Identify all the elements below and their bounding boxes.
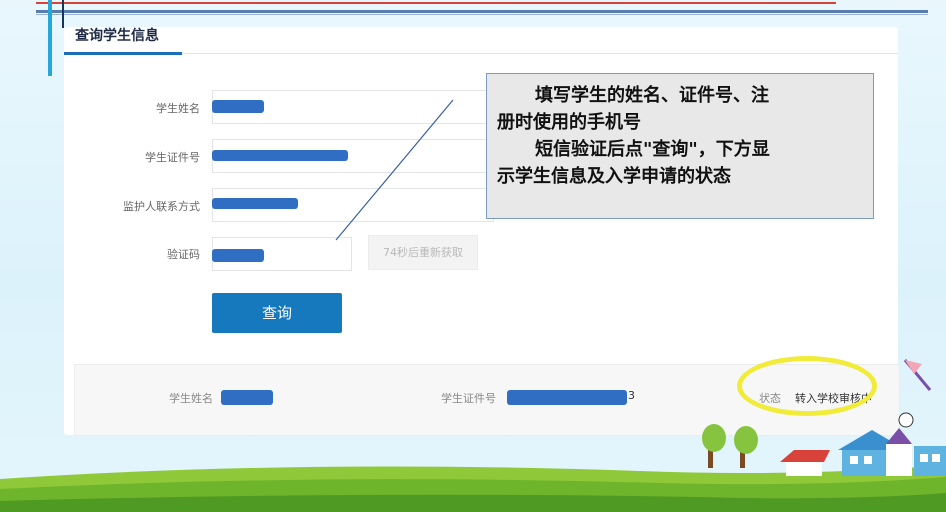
callout-line-1: 填写学生的姓名、证件号、注 — [535, 85, 769, 106]
callout-line-3: 短信验证后点"查询"，下方显 — [535, 139, 770, 160]
callout-line-4: 示学生信息及入学申请的状态 — [497, 166, 731, 187]
instruction-callout: 填写学生的姓名、证件号、注 册时使用的手机号 短信验证后点"查询"，下方显 示学… — [486, 73, 874, 219]
callout-line-2: 册时使用的手机号 — [497, 112, 641, 133]
house-trees-illustration — [702, 359, 946, 476]
